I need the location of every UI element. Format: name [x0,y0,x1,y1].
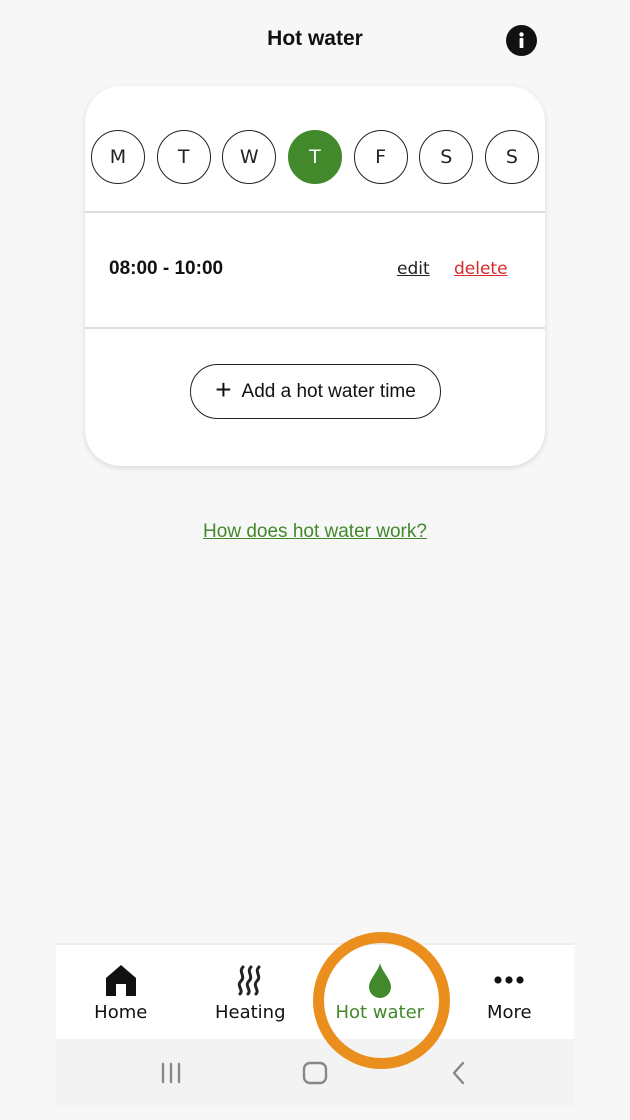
day-sunday[interactable]: S [484,130,539,184]
add-button-label: Add a hot water time [241,380,416,402]
more-dots-icon [489,962,529,998]
info-icon [519,32,524,48]
edit-slot-link[interactable]: edit [397,259,430,279]
bottom-nav: Home Heating Hot water More [56,943,574,1039]
hot-water-screen: Hot water M T W T F S S 08:00 - 10:00 ed… [0,0,630,1120]
day-selector: M T W T F S S [91,130,539,184]
divider [85,327,545,329]
nav-label: Heating [214,1002,286,1023]
nav-label: Home [94,1002,148,1023]
schedule-card: M T W T F S S 08:00 - 10:00 edit delete … [85,86,545,466]
day-friday[interactable]: F [353,130,408,184]
day-monday[interactable]: M [91,130,145,184]
day-saturday[interactable]: S [419,130,474,184]
heat-waves-icon [230,962,270,998]
info-button[interactable] [506,25,537,56]
how-hot-water-works-link[interactable]: How does hot water work? [0,521,630,543]
nav-item-hot-water[interactable]: Hot water [315,945,445,1039]
day-thursday[interactable]: T [287,130,342,184]
nav-label: Hot water [335,1002,425,1023]
nav-item-home[interactable]: Home [56,945,186,1039]
day-wednesday[interactable]: W [222,130,277,184]
system-navigation-bar [56,1039,574,1107]
back-icon[interactable] [449,1061,469,1090]
time-slot-row: 08:00 - 10:00 edit delete [85,213,545,327]
day-tuesday[interactable]: T [156,130,211,184]
water-drop-icon [360,962,400,998]
plus-icon: + [215,374,232,405]
recent-apps-icon[interactable] [159,1061,183,1090]
nav-item-heating[interactable]: Heating [186,945,316,1039]
home-circle-icon[interactable] [302,1061,328,1090]
time-slot-range: 08:00 - 10:00 [109,258,224,279]
home-icon [101,962,141,998]
nav-label: More [486,1002,532,1023]
delete-slot-link[interactable]: delete [454,259,508,279]
nav-item-more[interactable]: More [445,945,575,1039]
add-hot-water-time-button[interactable]: + Add a hot water time [190,364,441,419]
